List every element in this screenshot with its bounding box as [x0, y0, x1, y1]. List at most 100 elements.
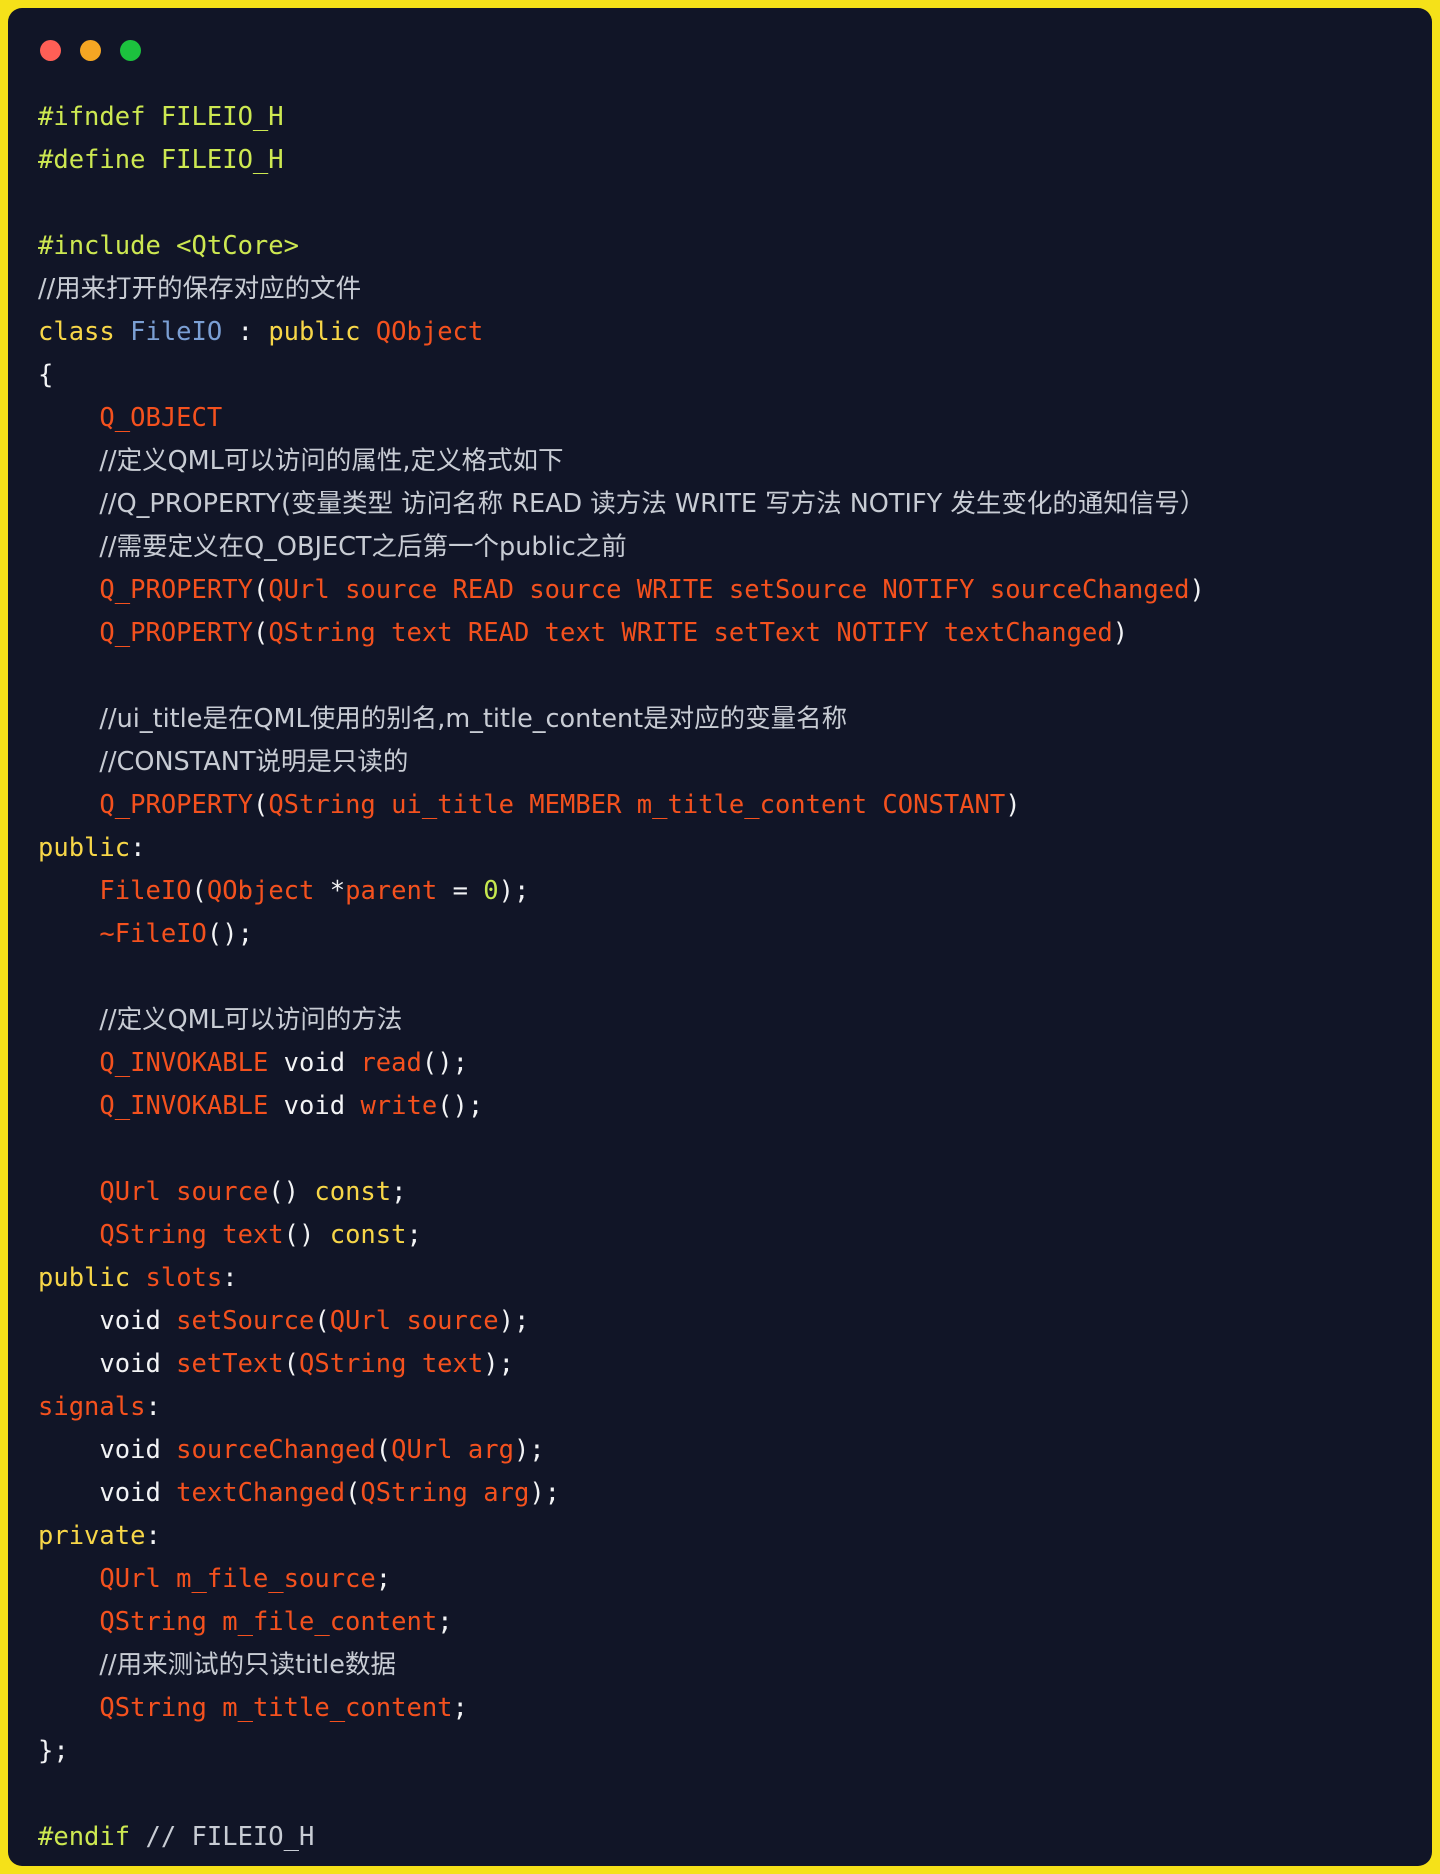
code-token: textChanged	[176, 1478, 346, 1508]
code-token: Q_PROPERTY	[99, 575, 253, 605]
code-line: FileIO(QObject *parent = 0);	[38, 870, 1432, 913]
code-token: void	[268, 1048, 361, 1078]
code-token: =	[437, 876, 484, 906]
code-token: QString text	[99, 1220, 284, 1250]
code-token: ;	[437, 1607, 453, 1637]
code-line: ~FileIO();	[38, 913, 1432, 956]
code-token: QString text	[299, 1349, 484, 1379]
code-token: (	[252, 790, 269, 820]
code-token: #ifndef FILEIO_H	[38, 102, 284, 132]
code-token: setText	[176, 1349, 284, 1379]
code-token: //定义QML可以访问的方法	[99, 1005, 403, 1035]
code-token: slots	[145, 1263, 223, 1293]
code-token: private	[38, 1521, 146, 1551]
maximize-window-button[interactable]	[120, 40, 141, 61]
code-token: //CONSTANT说明是只读的	[99, 747, 409, 777]
code-line: #endif // FILEIO_H	[38, 1816, 1432, 1859]
code-token: FileIO	[99, 876, 192, 906]
code-line: //CONSTANT说明是只读的	[38, 741, 1432, 784]
code-block[interactable]: #ifndef FILEIO_H #define FILEIO_H #includ…	[8, 86, 1432, 1859]
code-token: )	[1189, 575, 1205, 605]
close-window-button[interactable]	[40, 40, 61, 61]
code-token: //用来测试的只读title数据	[99, 1650, 396, 1680]
code-line: public:	[38, 827, 1432, 870]
code-token: QString arg	[360, 1478, 530, 1508]
minimize-window-button[interactable]	[80, 40, 101, 61]
code-token: void	[268, 1091, 361, 1121]
code-line: //用来打开的保存对应的文件	[38, 268, 1432, 311]
code-token: void	[38, 1435, 177, 1465]
code-token: ;	[452, 1693, 468, 1723]
code-token: Q_OBJECT	[99, 403, 223, 433]
code-token: ();	[206, 919, 253, 949]
code-token: (	[252, 575, 269, 605]
code-token: QUrl source READ source WRITE setSource …	[268, 575, 1190, 605]
code-token: ()	[283, 1220, 330, 1250]
code-token: FileIO	[130, 317, 223, 347]
code-token: setSource	[176, 1306, 315, 1336]
window-titlebar	[8, 8, 1432, 86]
code-token: //ui_title是在QML使用的别名,m_title_content是对应的…	[99, 704, 848, 734]
code-token: const	[329, 1220, 407, 1250]
code-line: //ui_title是在QML使用的别名,m_title_content是对应的…	[38, 698, 1432, 741]
code-token: ;	[375, 1564, 392, 1594]
code-token: #include <QtCore>	[38, 231, 299, 261]
code-token: ~FileIO	[99, 919, 207, 949]
code-token: #endif	[38, 1822, 146, 1852]
code-token: //定义QML可以访问的属性,定义格式如下	[99, 446, 564, 476]
code-token: const	[314, 1177, 392, 1207]
code-line: {	[38, 354, 1432, 397]
code-token: ();	[421, 1048, 468, 1078]
code-line: //用来测试的只读title数据	[38, 1644, 1432, 1687]
code-token: };	[38, 1736, 69, 1766]
code-token: #define FILEIO_H	[38, 145, 284, 175]
code-line: Q_OBJECT	[38, 397, 1432, 440]
code-line: void setText(QString text);	[38, 1343, 1432, 1386]
code-line: Q_PROPERTY(QString text READ text WRITE …	[38, 612, 1432, 655]
code-token: )	[1005, 790, 1021, 820]
code-token: );	[498, 1306, 530, 1336]
code-line: public slots:	[38, 1257, 1432, 1300]
code-token: 0	[483, 876, 499, 906]
code-token: Q_PROPERTY	[99, 790, 253, 820]
code-token: void	[38, 1478, 177, 1508]
code-token: (	[191, 876, 207, 906]
code-line: #define FILEIO_H	[38, 139, 1432, 182]
code-line: Q_PROPERTY(QString ui_title MEMBER m_tit…	[38, 784, 1432, 827]
code-line: #ifndef FILEIO_H	[38, 96, 1432, 139]
code-token: public	[38, 833, 131, 863]
code-line: QString text() const;	[38, 1214, 1432, 1257]
code-token: ()	[268, 1177, 315, 1207]
code-token: sourceChanged	[176, 1435, 376, 1465]
code-line: signals:	[38, 1386, 1432, 1429]
code-token: (	[375, 1435, 392, 1465]
code-token: QUrl source	[99, 1177, 269, 1207]
code-token: QUrl m_file_source	[99, 1564, 376, 1594]
code-token: void	[38, 1349, 177, 1379]
code-line: //Q_PROPERTY(变量类型 访问名称 READ 读方法 WRITE 写方…	[38, 483, 1432, 526]
code-token: );	[513, 1435, 545, 1465]
code-line: void textChanged(QString arg);	[38, 1472, 1432, 1515]
code-token: QObject	[375, 317, 484, 347]
code-line: //定义QML可以访问的方法	[38, 999, 1432, 1042]
code-line: void setSource(QUrl source);	[38, 1300, 1432, 1343]
code-token: {	[38, 360, 54, 390]
